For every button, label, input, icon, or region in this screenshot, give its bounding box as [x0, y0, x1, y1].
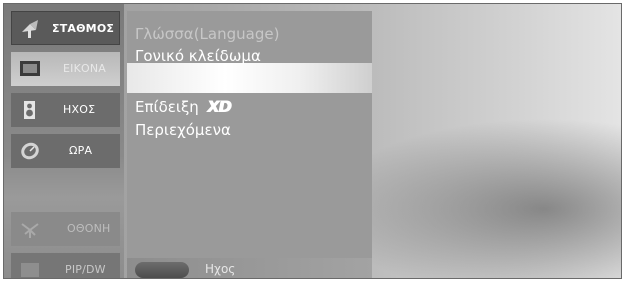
speaker-icon: [24, 101, 35, 119]
submenu-bottom-bar: Ηχος: [127, 258, 372, 278]
sidebar-item-time[interactable]: ΩΡΑ: [11, 134, 120, 168]
toggle-pill[interactable]: [135, 262, 189, 278]
submenu-item-label: Επίδειξη: [135, 97, 199, 116]
sidebar-item-label: ΣΤΑΘΜΟΣ: [52, 22, 115, 35]
sidebar-item-label: ΕΙΚΟΝΑ: [63, 62, 107, 75]
sidebar-item-label: PIP/DW: [65, 263, 106, 276]
sidebar-item-picture[interactable]: ΕΙΚΟΝΑ: [11, 52, 120, 86]
selection-highlight: [127, 63, 372, 93]
submenu-item-label: Γλώσσα(Language): [135, 25, 280, 43]
sound-label: Ηχος: [205, 262, 236, 276]
submenu-item-language[interactable]: Γλώσσα(Language): [135, 25, 279, 43]
clock-icon: [21, 142, 39, 160]
submenu-item-label: Περιεχόμενα: [135, 121, 231, 139]
sidebar-item-label: ΗΧΟΣ: [63, 103, 96, 116]
sidebar-item-station[interactable]: ΣΤΑΘΜΟΣ: [11, 11, 120, 45]
sidebar-item-sound[interactable]: ΗΧΟΣ: [11, 93, 120, 127]
pip-icon: [21, 263, 39, 277]
submenu-item-label: Γονικό κλείδωμα: [135, 47, 261, 65]
sidebar-item-screen[interactable]: ΟΘΟΝΗ: [11, 212, 120, 246]
submenu-item-demo[interactable]: Επίδειξη XD: [135, 97, 232, 116]
submenu-panel: Γλώσσα(Language) Γονικό κλείδωμα Επίδειξ…: [127, 11, 372, 278]
main-menu-sidebar: ΣΤΑΘΜΟΣ ΕΙΚΟΝΑ ΗΧΟΣ ΩΡΑ ΟΘΟΝΗ PIP/DW: [4, 4, 124, 278]
tv-screen-icon: [20, 61, 40, 76]
sidebar-item-pip[interactable]: PIP/DW: [11, 253, 120, 278]
sidebar-item-label: ΩΡΑ: [69, 144, 93, 157]
submenu-item-parental-lock[interactable]: Γονικό κλείδωμα: [135, 47, 261, 65]
satellite-dish-icon: [22, 20, 38, 38]
xd-logo: XD: [206, 97, 232, 116]
screen-icon: [21, 223, 39, 238]
submenu-item-contents[interactable]: Περιεχόμενα: [135, 121, 231, 139]
tv-osd-window: ΣΤΑΘΜΟΣ ΕΙΚΟΝΑ ΗΧΟΣ ΩΡΑ ΟΘΟΝΗ PIP/DW Γλώ…: [3, 3, 622, 279]
sidebar-item-label: ΟΘΟΝΗ: [67, 222, 111, 235]
